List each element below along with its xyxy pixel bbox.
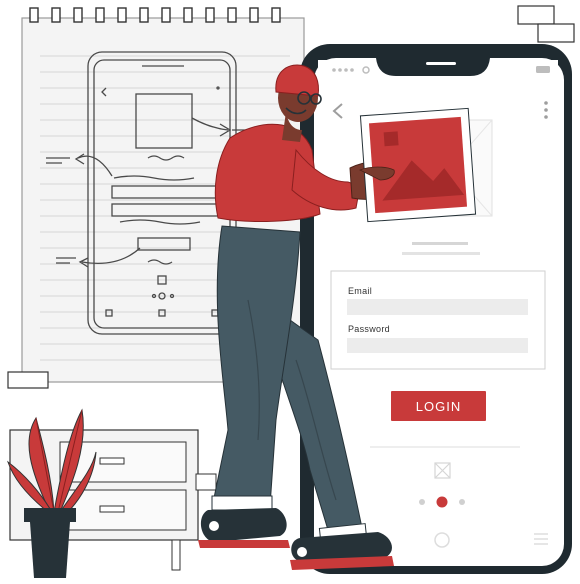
email-label: Email [348, 286, 373, 296]
login-button[interactable]: LOGIN [391, 391, 486, 421]
illustration-scene: Email Password LOGIN [0, 0, 580, 579]
held-image-card [359, 107, 477, 223]
illustration-svg [7, 5, 575, 578]
password-field[interactable] [347, 338, 528, 353]
password-label: Password [348, 324, 390, 334]
email-field[interactable] [347, 299, 528, 315]
kebab-menu-icon [544, 101, 548, 119]
